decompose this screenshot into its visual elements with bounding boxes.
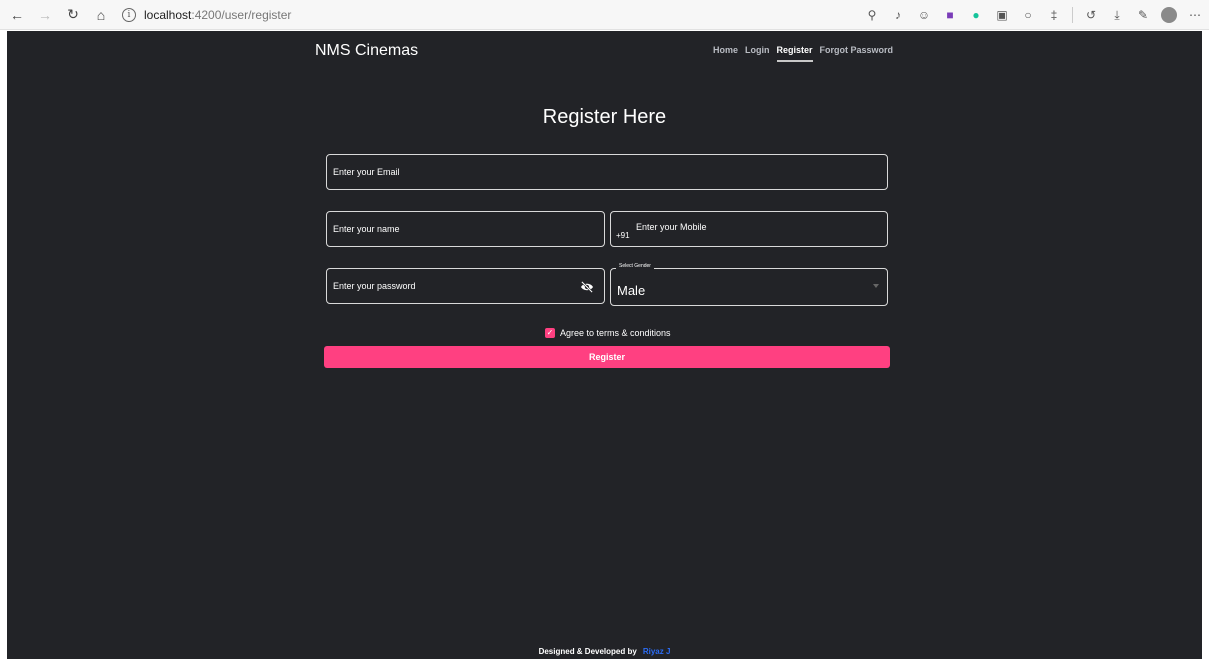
gender-selected-value: Male — [617, 283, 646, 298]
address-bar[interactable]: i localhost:4200/user/register — [122, 4, 291, 26]
footer-text: Designed & Developed by — [538, 647, 637, 656]
nav-forgot-password[interactable]: Forgot Password — [820, 45, 894, 62]
chevron-down-icon[interactable] — [873, 284, 879, 288]
footer: Designed & Developed by Riyaz J — [7, 647, 1202, 656]
smiley-extension-icon[interactable]: ☺ — [916, 7, 932, 23]
email-input[interactable] — [333, 155, 853, 189]
browser-toolbar: ← → ↻ ⌂ i localhost:4200/user/register ⚲… — [0, 0, 1209, 30]
register-button[interactable]: Register — [324, 346, 890, 368]
url-path: :4200/user/register — [191, 7, 292, 22]
gender-select[interactable]: Select Gender Male — [610, 263, 888, 306]
terms-checkbox-row[interactable]: ✓ Agree to terms & conditions — [545, 328, 671, 338]
key-icon[interactable]: ⚲ — [864, 7, 880, 23]
nav-register[interactable]: Register — [776, 45, 813, 62]
download-icon[interactable]: ⤓ — [1109, 7, 1125, 23]
mobile-input[interactable] — [636, 210, 872, 244]
gender-label: Select Gender — [616, 263, 654, 269]
top-navbar: NMS Cinemas Home Login Register Forgot P… — [7, 31, 1202, 71]
page-title: Register Here — [542, 106, 667, 128]
nav-login[interactable]: Login — [745, 45, 770, 62]
author-link[interactable]: Riyaz J — [643, 647, 671, 656]
brand-name[interactable]: NMS Cinemas — [315, 42, 418, 60]
name-input[interactable] — [333, 212, 570, 246]
terms-checkbox[interactable]: ✓ — [545, 328, 555, 338]
nav-menu: Home Login Register Forgot Password — [713, 45, 893, 62]
back-arrow-icon[interactable]: ← — [6, 4, 28, 26]
password-field[interactable] — [326, 268, 605, 304]
forward-arrow-icon[interactable]: → — [34, 4, 56, 26]
toolbar-divider — [1072, 7, 1073, 23]
app-container: NMS Cinemas Home Login Register Forgot P… — [7, 31, 1202, 659]
grammarly-extension-icon[interactable]: ● — [968, 7, 984, 23]
circle-extension-icon[interactable]: ○ — [1020, 7, 1036, 23]
extensions-icon[interactable]: ✎ — [1135, 7, 1151, 23]
refresh-icon[interactable]: ↻ — [62, 4, 84, 26]
password-input[interactable] — [333, 269, 570, 303]
eye-slash-icon[interactable] — [580, 281, 594, 293]
read-aloud-icon[interactable]: ♪ — [890, 7, 906, 23]
mobile-field[interactable]: +91 — [610, 210, 888, 247]
screenshot-extension-icon[interactable]: ▣ — [994, 7, 1010, 23]
name-field[interactable] — [326, 211, 605, 247]
history-icon[interactable]: ↺ — [1083, 7, 1099, 23]
profile-avatar-icon[interactable] — [1161, 7, 1177, 23]
home-icon[interactable]: ⌂ — [90, 4, 112, 26]
onenote-extension-icon[interactable]: ■ — [942, 7, 958, 23]
country-code-prefix: +91 — [616, 231, 630, 240]
nav-home[interactable]: Home — [713, 45, 738, 62]
more-menu-icon[interactable]: ⋯ — [1187, 7, 1203, 23]
url-host: localhost — [144, 7, 192, 22]
email-field[interactable] — [326, 154, 888, 190]
terms-label: Agree to terms & conditions — [560, 328, 671, 338]
bracket-extension-icon[interactable]: ‡ — [1046, 7, 1062, 23]
site-info-icon[interactable]: i — [122, 7, 136, 22]
